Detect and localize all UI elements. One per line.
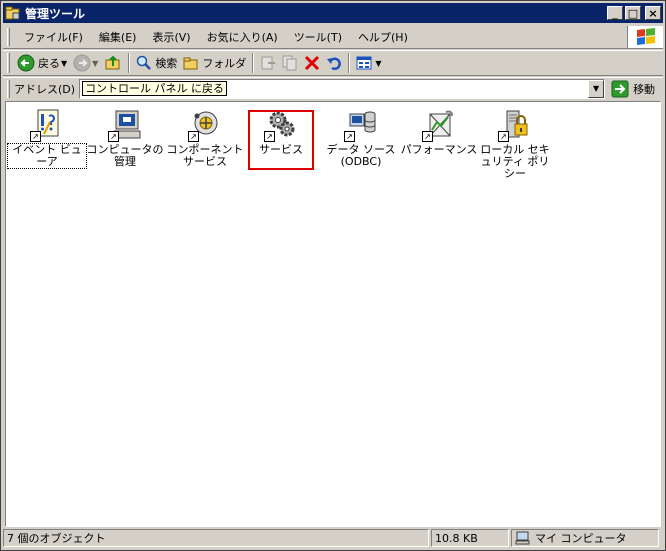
item-computer-management[interactable]: ↗ コンピュータの管理 [86, 108, 164, 168]
title-bar[interactable]: 管理ツール _ □ × [3, 3, 663, 23]
views-icon [356, 56, 372, 70]
forward-button[interactable]: ▼ [70, 52, 101, 74]
windows-flag-icon [636, 27, 655, 45]
minimize-button[interactable]: _ [607, 6, 623, 20]
shortcut-arrow-icon: ↗ [188, 131, 199, 142]
undo-icon [327, 57, 342, 70]
item-label: データ ソース (ODBC) [326, 143, 396, 168]
status-size: 10.8 KB [431, 529, 509, 547]
explorer-window: 管理ツール _ □ × ファイル(F) 編集(E) 表示(V) お気に入り(A)… [0, 0, 666, 551]
views-button[interactable]: ▼ [353, 52, 384, 74]
local-security-policy-icon: ↗ [498, 108, 532, 142]
my-computer-icon [515, 531, 530, 545]
copy-to-button[interactable] [279, 52, 301, 74]
window-title: 管理ツール [25, 6, 86, 21]
menu-view[interactable]: 表示(V) [144, 27, 198, 47]
copy-to-icon [282, 55, 297, 71]
item-label: コンポーネント サービス [166, 143, 244, 168]
delete-x-icon [305, 55, 320, 71]
shortcut-arrow-icon: ↗ [344, 131, 355, 142]
go-arrow-icon [611, 80, 629, 97]
forward-arrow-icon [73, 54, 91, 72]
services-highlight-box [248, 110, 314, 170]
toolbar-grip[interactable] [7, 53, 10, 73]
shortcut-arrow-icon: ↗ [422, 131, 433, 142]
back-button[interactable]: 戻る ▼ [14, 52, 70, 74]
forward-dropdown-icon[interactable]: ▼ [92, 59, 98, 68]
folders-label: フォルダ [202, 57, 247, 70]
component-services-icon: ↗ [188, 108, 222, 142]
item-performance[interactable]: ↗ パフォーマンス [400, 108, 478, 156]
move-to-button[interactable] [257, 52, 279, 74]
menu-help[interactable]: ヘルプ(H) [350, 27, 416, 47]
status-zone: マイ コンピュータ [511, 529, 659, 547]
shortcut-arrow-icon: ↗ [30, 131, 41, 142]
address-grip[interactable] [7, 79, 10, 98]
data-sources-icon: ↗ [344, 108, 378, 142]
minimize-icon: _ [612, 6, 618, 20]
menu-bar: ファイル(F) 編集(E) 表示(V) お気に入り(A) ツール(T) ヘルプ(… [3, 25, 663, 49]
toolbar-separator [252, 53, 255, 73]
menu-tools[interactable]: ツール(T) [286, 27, 350, 47]
shortcut-arrow-icon: ↗ [498, 131, 509, 142]
views-dropdown-icon[interactable]: ▼ [375, 59, 381, 68]
search-label: 検索 [155, 57, 178, 70]
standard-toolbar: 戻る ▼ ▼ 検索 フォルダ ▼ [3, 50, 663, 76]
performance-icon: ↗ [422, 108, 456, 142]
item-label: イベント ビューア [7, 143, 87, 169]
delete-button[interactable] [301, 52, 323, 74]
address-dropdown-button[interactable]: ▼ [588, 79, 605, 98]
up-folder-button[interactable] [101, 52, 125, 74]
go-label: 移動 [633, 82, 656, 96]
toolbar-separator [348, 53, 351, 73]
menu-edit[interactable]: 編集(E) [91, 27, 145, 47]
move-to-icon [261, 56, 276, 70]
computer-management-icon: ↗ [108, 108, 142, 142]
up-folder-icon [105, 55, 120, 70]
close-icon: × [648, 6, 658, 20]
address-field[interactable]: コントロール パネル に戻る ▼ [79, 78, 606, 99]
item-event-viewer[interactable]: ↗ イベント ビューア [7, 108, 87, 169]
go-button[interactable]: 移動 [611, 80, 655, 98]
shortcut-arrow-icon: ↗ [108, 131, 119, 142]
status-bar: 7 個のオブジェクト 10.8 KB マイ コンピュータ [3, 529, 663, 549]
zone-text: マイ コンピュータ [535, 532, 627, 545]
address-bar: アドレス(D) コントロール パネル に戻る ▼ 移動 [3, 77, 663, 99]
back-tooltip: コントロール パネル に戻る [82, 81, 228, 96]
address-label: アドレス(D) [14, 82, 76, 96]
folders-button[interactable]: フォルダ [180, 52, 249, 74]
item-label: ローカル セキュリティ ポリシー [480, 143, 550, 180]
maximize-button[interactable]: □ [625, 6, 641, 20]
item-data-sources-odbc[interactable]: ↗ データ ソース (ODBC) [322, 108, 400, 168]
item-label: パフォーマンス [400, 143, 478, 156]
close-button[interactable]: × [645, 6, 661, 20]
chevron-down-icon: ▼ [592, 84, 600, 93]
item-label: コンピュータの管理 [86, 143, 164, 168]
file-list-pane[interactable]: ↗ イベント ビューア ↗ コンピュータの管理 ↗ コンポーネント サービス ↗… [5, 101, 661, 527]
toolbar-separator [128, 53, 131, 73]
item-component-services[interactable]: ↗ コンポーネント サービス [166, 108, 244, 168]
item-local-security-policy[interactable]: ↗ ローカル セキュリティ ポリシー [476, 108, 554, 180]
maximize-icon: □ [627, 6, 639, 20]
folders-icon [183, 57, 198, 70]
menu-grip[interactable] [7, 27, 10, 46]
admin-tools-folder-icon [5, 6, 20, 20]
back-arrow-icon [17, 54, 35, 72]
search-icon [137, 55, 152, 70]
object-count-text: 7 個のオブジェクト [7, 532, 106, 545]
event-viewer-icon: ↗ [30, 108, 64, 142]
undo-button[interactable] [323, 52, 345, 74]
back-dropdown-icon[interactable]: ▼ [61, 59, 67, 68]
search-button[interactable]: 検索 [133, 52, 180, 74]
back-label: 戻る [38, 57, 60, 70]
size-text: 10.8 KB [435, 531, 478, 545]
status-object-count: 7 個のオブジェクト [3, 529, 429, 547]
windows-logo [627, 25, 663, 48]
menu-favorites[interactable]: お気に入り(A) [199, 27, 286, 47]
menu-file[interactable]: ファイル(F) [16, 27, 91, 47]
